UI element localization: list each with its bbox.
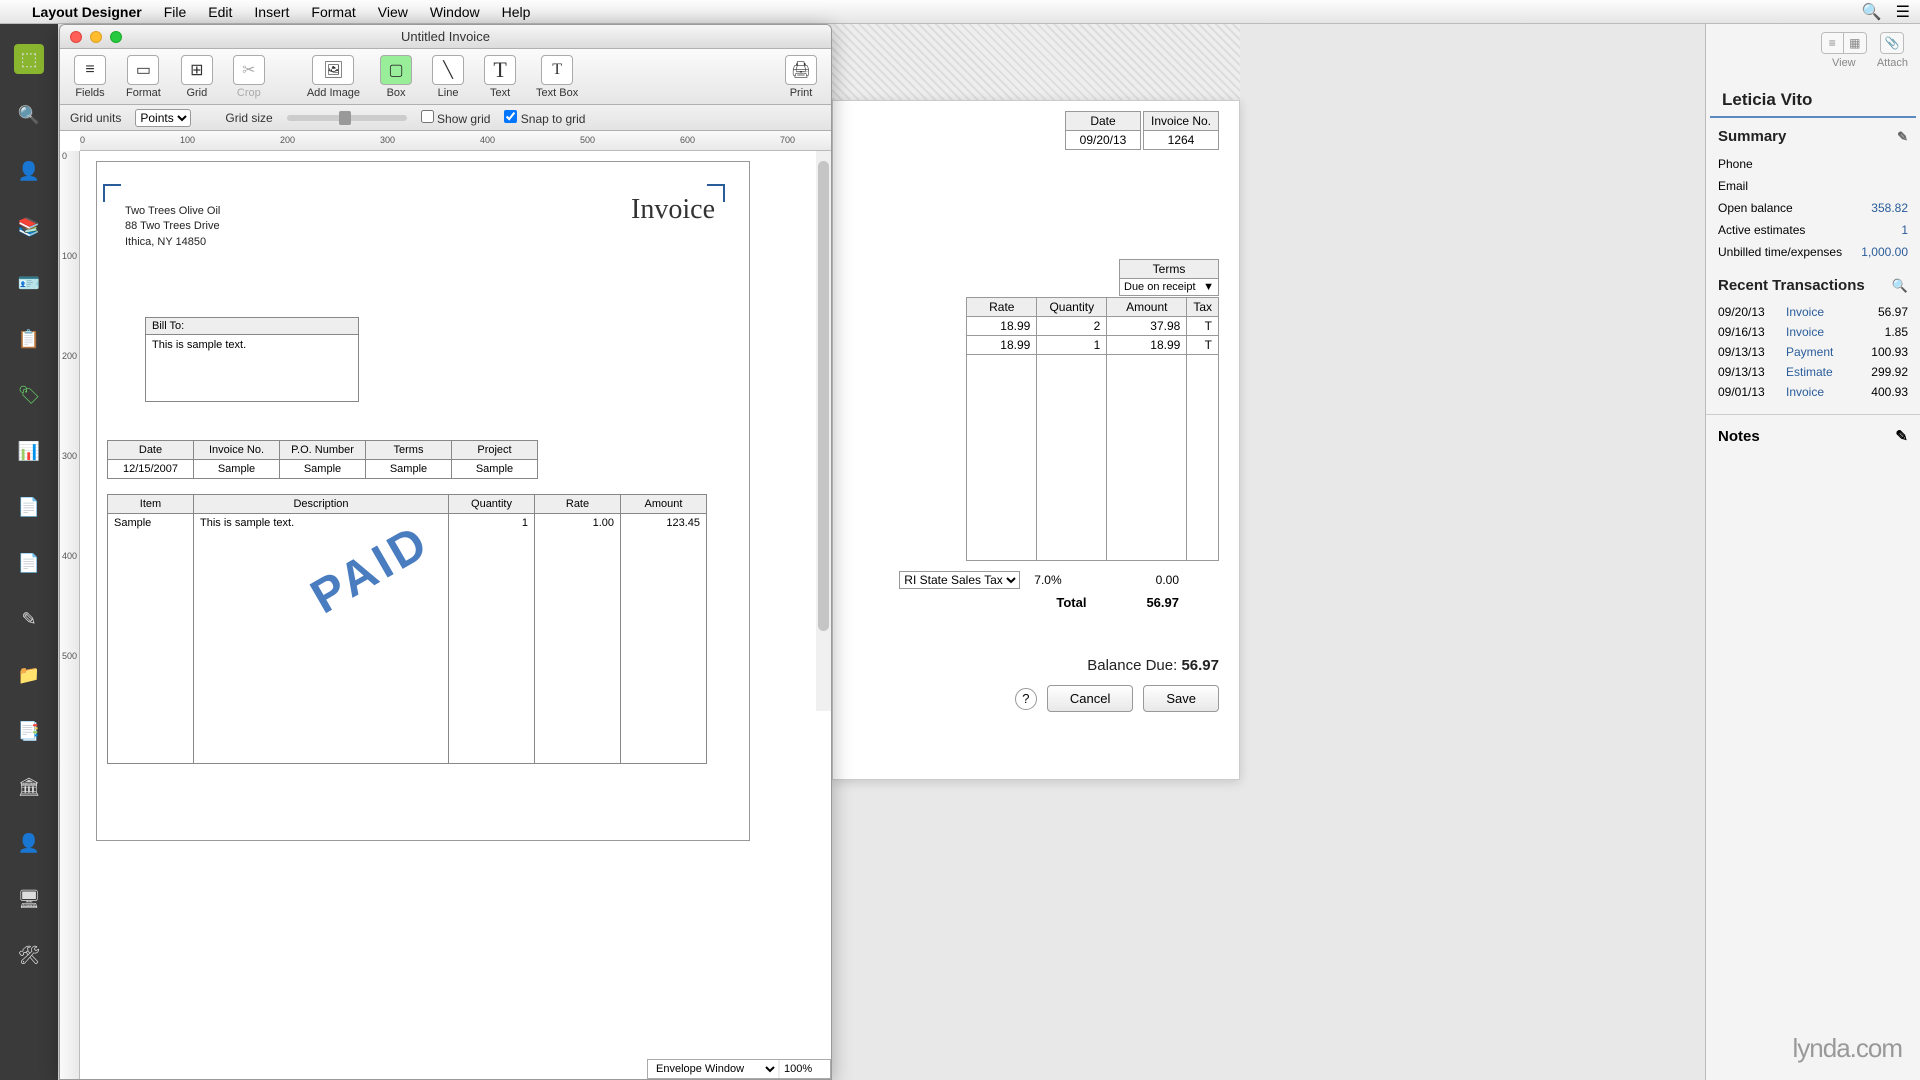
bg-invno-cell: Invoice No.1264 [1143, 111, 1219, 150]
bg-total-row: Total56.97 [1056, 595, 1179, 610]
invoice-title[interactable]: Invoice [631, 194, 715, 226]
dock-doc-icon[interactable]: 📄 [14, 492, 44, 522]
attach-button[interactable]: 📎 Attach [1877, 32, 1908, 69]
format-button[interactable]: ▭Format [120, 53, 167, 101]
transaction-row[interactable]: 09/20/13Invoice56.97 [1718, 302, 1908, 322]
menubar: Layout Designer File Edit Insert Format … [0, 0, 1920, 24]
zoom-field[interactable] [780, 1060, 830, 1078]
menu-insert[interactable]: Insert [254, 4, 289, 20]
edit-icon[interactable]: ✎ [1895, 427, 1908, 445]
bg-balance: Balance Due: 56.97 [1087, 657, 1219, 674]
search-icon[interactable]: 🔍 [1862, 2, 1882, 22]
menu-edit[interactable]: Edit [208, 4, 232, 20]
horizontal-ruler: 0100200300400500600700 [80, 131, 831, 151]
edit-icon[interactable]: ✎ [1897, 129, 1908, 145]
show-grid-checkbox[interactable]: Show grid [421, 110, 491, 126]
menu-window[interactable]: Window [430, 4, 480, 20]
bg-hatch [832, 24, 1240, 100]
cancel-button[interactable]: Cancel [1047, 685, 1133, 712]
grid-view-icon: ▦ [1844, 33, 1866, 53]
dock-stack-icon[interactable]: 📑 [14, 716, 44, 746]
print-button[interactable]: 🖨Print [779, 53, 823, 101]
menu-help[interactable]: Help [502, 4, 531, 20]
summary-list: Phone Email Open balance358.82 Active es… [1706, 149, 1920, 267]
window-title: Untitled Invoice [60, 29, 831, 44]
tax-item-select[interactable]: RI State Sales Tax [899, 571, 1020, 589]
text-box-button[interactable]: TText Box [530, 53, 584, 101]
company-address[interactable]: Two Trees Olive Oil 88 Two Trees Drive I… [125, 204, 220, 250]
layout-designer-window: Untitled Invoice ≡Fields ▭Format ⊞Grid ✂… [59, 24, 832, 1080]
dock-books-icon[interactable]: 📚 [14, 212, 44, 242]
menu-file[interactable]: File [164, 4, 187, 20]
titlebar: Untitled Invoice [60, 25, 831, 49]
box-button[interactable]: ▢Box [374, 53, 418, 101]
optionbar: Grid units Points Grid size Show grid Sn… [60, 105, 831, 131]
grid-units-select[interactable]: Points [135, 109, 191, 127]
invoice-page[interactable]: Invoice Two Trees Olive Oil 88 Two Trees… [96, 161, 750, 841]
dock-bank-icon[interactable]: 🏛 [14, 772, 44, 802]
dock-doc2-icon[interactable]: 📄 [14, 548, 44, 578]
bg-tax-row: RI State Sales Tax 7.0% 0.00 [899, 571, 1179, 589]
notes-header: Notes✎ [1706, 414, 1920, 449]
grid-button[interactable]: ⊞Grid [175, 53, 219, 101]
menu-format[interactable]: Format [311, 4, 355, 20]
underlying-invoice: Date09/20/13 Invoice No.1264 Terms Due o… [832, 100, 1240, 780]
grid-size-label: Grid size [225, 111, 272, 125]
dock-monitor-icon[interactable]: 🖥 [14, 884, 44, 914]
transaction-row[interactable]: 09/01/13Invoice400.93 [1718, 382, 1908, 402]
line-button[interactable]: ╲Line [426, 53, 470, 101]
toolbar: ≡Fields ▭Format ⊞Grid ✂Crop 🖼Add Image ▢… [60, 49, 831, 105]
customer-name: Leticia Vito [1710, 80, 1916, 118]
invoice-meta-table[interactable]: DateInvoice No.P.O. NumberTermsProject 1… [107, 440, 538, 479]
help-button[interactable]: ? [1015, 688, 1037, 710]
bg-terms: Terms Due on receipt▼ [1119, 259, 1219, 296]
summary-header: Summary✎ [1706, 118, 1920, 149]
canvas-bottom-controls: Envelope Window [647, 1059, 831, 1079]
view-toggle[interactable]: ≡▦ View [1821, 32, 1867, 69]
app-name[interactable]: Layout Designer [32, 4, 142, 20]
dock-edit-icon[interactable]: ✎ [14, 604, 44, 634]
text-button[interactable]: TText [478, 53, 522, 101]
save-button[interactable]: Save [1143, 685, 1219, 712]
dock-tag-icon[interactable]: 🏷 [14, 380, 44, 410]
canvas[interactable]: 0100200300400500600700 0100200300400500 … [60, 131, 831, 1079]
menu-icon[interactable]: ☰ [1896, 2, 1910, 22]
dock-search-icon[interactable]: 🔍 [14, 100, 44, 130]
vertical-ruler: 0100200300400500 [60, 151, 80, 1079]
dock-clipboard-icon[interactable]: 📋 [14, 324, 44, 354]
dropdown-icon[interactable]: ▼ [1203, 281, 1214, 293]
add-image-button[interactable]: 🖼Add Image [301, 53, 366, 101]
dock-user-icon[interactable]: 👤 [14, 156, 44, 186]
bg-date-cell: Date09/20/13 [1065, 111, 1141, 150]
grid-size-slider[interactable] [287, 115, 407, 121]
dock-folder-icon[interactable]: 📁 [14, 660, 44, 690]
vertical-scrollbar[interactable] [816, 151, 831, 711]
envelope-select[interactable]: Envelope Window [648, 1060, 778, 1078]
paperclip-icon: 📎 [1881, 33, 1903, 53]
recent-transactions-header: Recent Transactions🔍 [1706, 267, 1920, 298]
fields-button[interactable]: ≡Fields [68, 53, 112, 101]
menu-view[interactable]: View [378, 4, 408, 20]
dock-user2-icon[interactable]: 👤 [14, 828, 44, 858]
lynda-logo: lynda.com [1793, 1033, 1903, 1064]
left-dock: ⬚ 🔍 👤 📚 🪪 📋 🏷 📊 📄 📄 ✎ 📁 📑 🏛 👤 🖥 🛠 [0, 24, 58, 1080]
right-panel: ≡▦ View 📎 Attach Leticia Vito Summary✎ P… [1705, 24, 1920, 1080]
crop-button[interactable]: ✂Crop [227, 53, 271, 101]
search-icon[interactable]: 🔍 [1892, 278, 1908, 294]
transaction-row[interactable]: 09/16/13Invoice1.85 [1718, 322, 1908, 342]
snap-to-grid-checkbox[interactable]: Snap to grid [504, 110, 585, 126]
grid-units-label: Grid units [70, 111, 121, 125]
transaction-row[interactable]: 09/13/13Estimate299.92 [1718, 362, 1908, 382]
bill-to-field[interactable]: Bill To: This is sample text. [145, 317, 359, 402]
list-view-icon: ≡ [1822, 33, 1844, 53]
recent-transactions-list: 09/20/13Invoice56.97 09/16/13Invoice1.85… [1706, 298, 1920, 406]
dock-icon-1[interactable]: ⬚ [14, 44, 44, 74]
transaction-row[interactable]: 09/13/13Payment100.93 [1718, 342, 1908, 362]
bg-line-items: RateQuantityAmountTax 18.99237.98T 18.99… [966, 297, 1219, 561]
dock-tools-icon[interactable]: 🛠 [14, 940, 44, 970]
dock-card-icon[interactable]: 🪪 [14, 268, 44, 298]
dock-chart-icon[interactable]: 📊 [14, 436, 44, 466]
